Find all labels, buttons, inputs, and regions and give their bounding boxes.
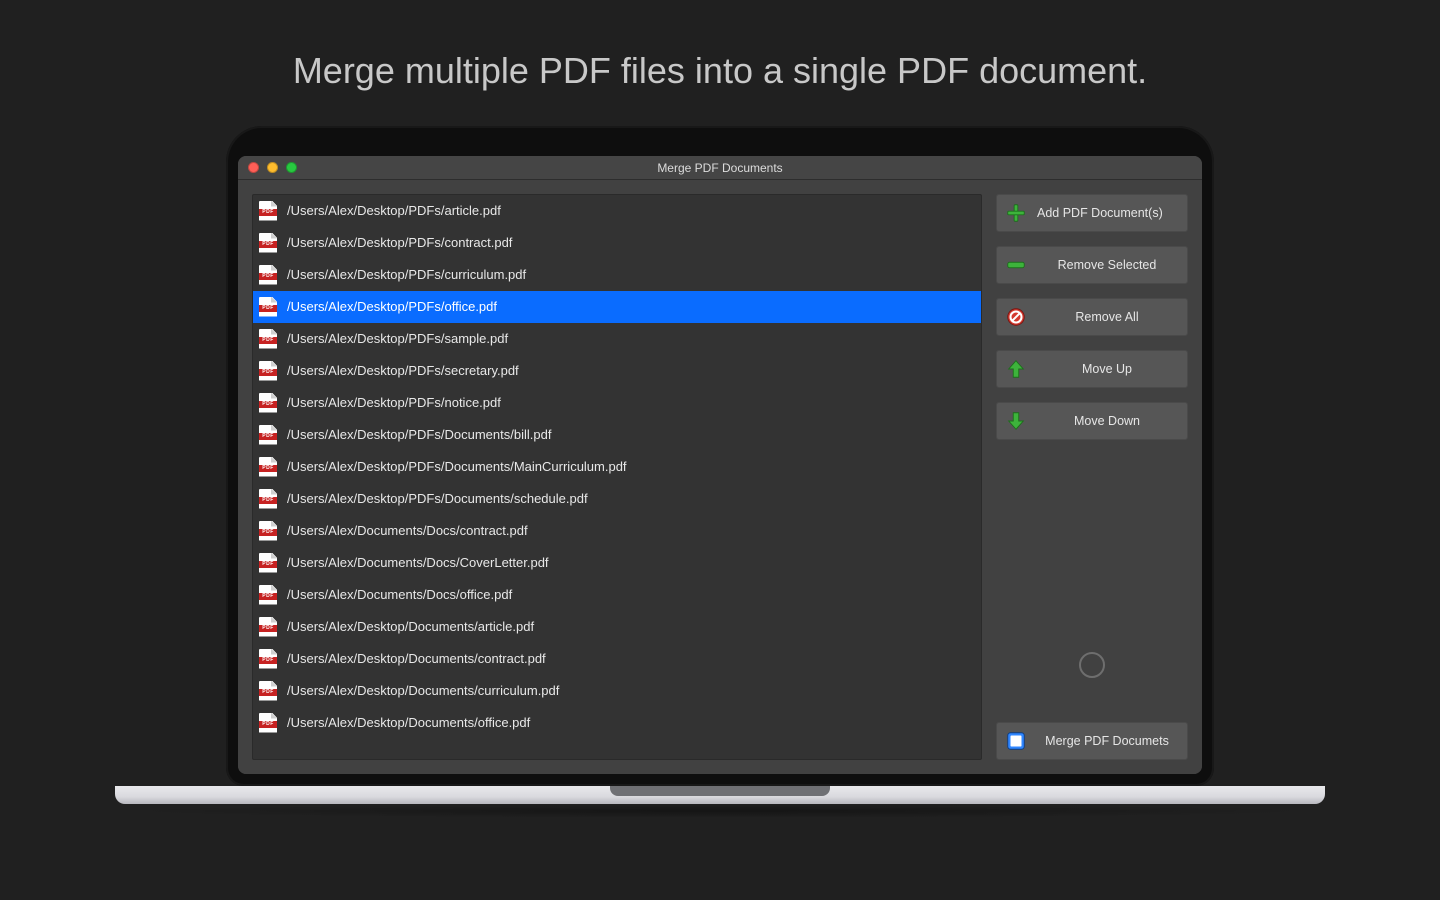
- move-down-button[interactable]: Move Down: [996, 402, 1188, 440]
- laptop-lid: Merge PDF Documents PDF/Users/Alex/Deskt…: [226, 126, 1214, 786]
- laptop-shadow: [115, 804, 1325, 818]
- pdf-file-icon: PDF: [259, 393, 277, 413]
- file-path: /Users/Alex/Desktop/PDFs/article.pdf: [287, 203, 501, 218]
- pdf-file-icon: PDF: [259, 681, 277, 701]
- file-path: /Users/Alex/Desktop/PDFs/Documents/MainC…: [287, 459, 627, 474]
- remove-icon: [1005, 254, 1027, 276]
- move-up-button[interactable]: Move Up: [996, 350, 1188, 388]
- file-row[interactable]: PDF/Users/Alex/Desktop/PDFs/Documents/bi…: [253, 419, 981, 451]
- pdf-file-icon: PDF: [259, 201, 277, 221]
- pdf-file-icon: PDF: [259, 489, 277, 509]
- window-titlebar: Merge PDF Documents: [238, 156, 1202, 180]
- file-row[interactable]: PDF/Users/Alex/Documents/Docs/CoverLette…: [253, 547, 981, 579]
- file-path: /Users/Alex/Desktop/Documents/article.pd…: [287, 619, 534, 634]
- pdf-file-icon: PDF: [259, 457, 277, 477]
- remove-selected-button[interactable]: Remove Selected: [996, 246, 1188, 284]
- file-path: /Users/Alex/Desktop/Documents/curriculum…: [287, 683, 559, 698]
- laptop-mockup: Merge PDF Documents PDF/Users/Alex/Deskt…: [226, 126, 1214, 818]
- pdf-file-icon: PDF: [259, 553, 277, 573]
- window-content: PDF/Users/Alex/Desktop/PDFs/article.pdfP…: [238, 180, 1202, 774]
- pdf-file-icon: PDF: [259, 361, 277, 381]
- remove-all-label: Remove All: [1035, 310, 1179, 324]
- file-row[interactable]: PDF/Users/Alex/Documents/Docs/contract.p…: [253, 515, 981, 547]
- file-row[interactable]: PDF/Users/Alex/Desktop/PDFs/Documents/sc…: [253, 483, 981, 515]
- pdf-file-icon: PDF: [259, 617, 277, 637]
- arrow-down-icon: [1005, 410, 1027, 432]
- file-path: /Users/Alex/Desktop/PDFs/secretary.pdf: [287, 363, 519, 378]
- move-up-label: Move Up: [1035, 362, 1179, 376]
- pdf-file-icon: PDF: [259, 713, 277, 733]
- laptop-base: [115, 786, 1325, 804]
- file-row[interactable]: PDF/Users/Alex/Desktop/PDFs/secretary.pd…: [253, 355, 981, 387]
- file-row[interactable]: PDF/Users/Alex/Desktop/PDFs/notice.pdf: [253, 387, 981, 419]
- add-pdf-button[interactable]: Add PDF Document(s): [996, 194, 1188, 232]
- file-path: /Users/Alex/Desktop/PDFs/Documents/sched…: [287, 491, 588, 506]
- file-path: /Users/Alex/Desktop/PDFs/office.pdf: [287, 299, 497, 314]
- arrow-up-icon: [1005, 358, 1027, 380]
- merge-icon: [1005, 730, 1027, 752]
- move-down-label: Move Down: [1035, 414, 1179, 428]
- file-path: /Users/Alex/Desktop/PDFs/curriculum.pdf: [287, 267, 526, 282]
- file-row[interactable]: PDF/Users/Alex/Desktop/Documents/curricu…: [253, 675, 981, 707]
- file-row[interactable]: PDF/Users/Alex/Desktop/PDFs/Documents/Ma…: [253, 451, 981, 483]
- app-window: Merge PDF Documents PDF/Users/Alex/Deskt…: [238, 156, 1202, 774]
- sidebar: Add PDF Document(s) Remove Selected: [996, 194, 1188, 760]
- pdf-file-icon: PDF: [259, 425, 277, 445]
- file-path: /Users/Alex/Documents/Docs/CoverLetter.p…: [287, 555, 549, 570]
- remove-all-icon: [1005, 306, 1027, 328]
- file-row[interactable]: PDF/Users/Alex/Desktop/PDFs/office.pdf: [253, 291, 981, 323]
- sidebar-spacer: [996, 454, 1188, 708]
- page-tagline: Merge multiple PDF files into a single P…: [0, 0, 1440, 92]
- pdf-file-icon: PDF: [259, 265, 277, 285]
- progress-spinner-icon: [1079, 652, 1105, 678]
- merge-pdf-button[interactable]: Merge PDF Documets: [996, 722, 1188, 760]
- file-row[interactable]: PDF/Users/Alex/Desktop/Documents/contrac…: [253, 643, 981, 675]
- file-path: /Users/Alex/Documents/Docs/contract.pdf: [287, 523, 528, 538]
- file-path: /Users/Alex/Desktop/PDFs/Documents/bill.…: [287, 427, 551, 442]
- file-row[interactable]: PDF/Users/Alex/Desktop/Documents/office.…: [253, 707, 981, 739]
- file-row[interactable]: PDF/Users/Alex/Desktop/PDFs/sample.pdf: [253, 323, 981, 355]
- pdf-file-icon: PDF: [259, 297, 277, 317]
- file-path: /Users/Alex/Desktop/PDFs/notice.pdf: [287, 395, 501, 410]
- file-path: /Users/Alex/Desktop/Documents/office.pdf: [287, 715, 530, 730]
- pdf-file-icon: PDF: [259, 329, 277, 349]
- pdf-file-icon: PDF: [259, 233, 277, 253]
- pdf-file-icon: PDF: [259, 649, 277, 669]
- window-title: Merge PDF Documents: [238, 161, 1202, 175]
- merge-pdf-label: Merge PDF Documets: [1035, 734, 1179, 748]
- remove-selected-label: Remove Selected: [1035, 258, 1179, 272]
- file-row[interactable]: PDF/Users/Alex/Documents/Docs/office.pdf: [253, 579, 981, 611]
- file-row[interactable]: PDF/Users/Alex/Desktop/PDFs/contract.pdf: [253, 227, 981, 259]
- add-pdf-label: Add PDF Document(s): [1035, 206, 1179, 220]
- file-row[interactable]: PDF/Users/Alex/Desktop/Documents/article…: [253, 611, 981, 643]
- pdf-file-icon: PDF: [259, 521, 277, 541]
- file-path: /Users/Alex/Documents/Docs/office.pdf: [287, 587, 512, 602]
- file-path: /Users/Alex/Desktop/PDFs/sample.pdf: [287, 331, 508, 346]
- file-row[interactable]: PDF/Users/Alex/Desktop/PDFs/curriculum.p…: [253, 259, 981, 291]
- file-path: /Users/Alex/Desktop/Documents/contract.p…: [287, 651, 546, 666]
- file-row[interactable]: PDF/Users/Alex/Desktop/PDFs/article.pdf: [253, 195, 981, 227]
- add-icon: [1005, 202, 1027, 224]
- file-list[interactable]: PDF/Users/Alex/Desktop/PDFs/article.pdfP…: [252, 194, 982, 760]
- remove-all-button[interactable]: Remove All: [996, 298, 1188, 336]
- laptop-notch: [610, 786, 830, 796]
- file-path: /Users/Alex/Desktop/PDFs/contract.pdf: [287, 235, 512, 250]
- pdf-file-icon: PDF: [259, 585, 277, 605]
